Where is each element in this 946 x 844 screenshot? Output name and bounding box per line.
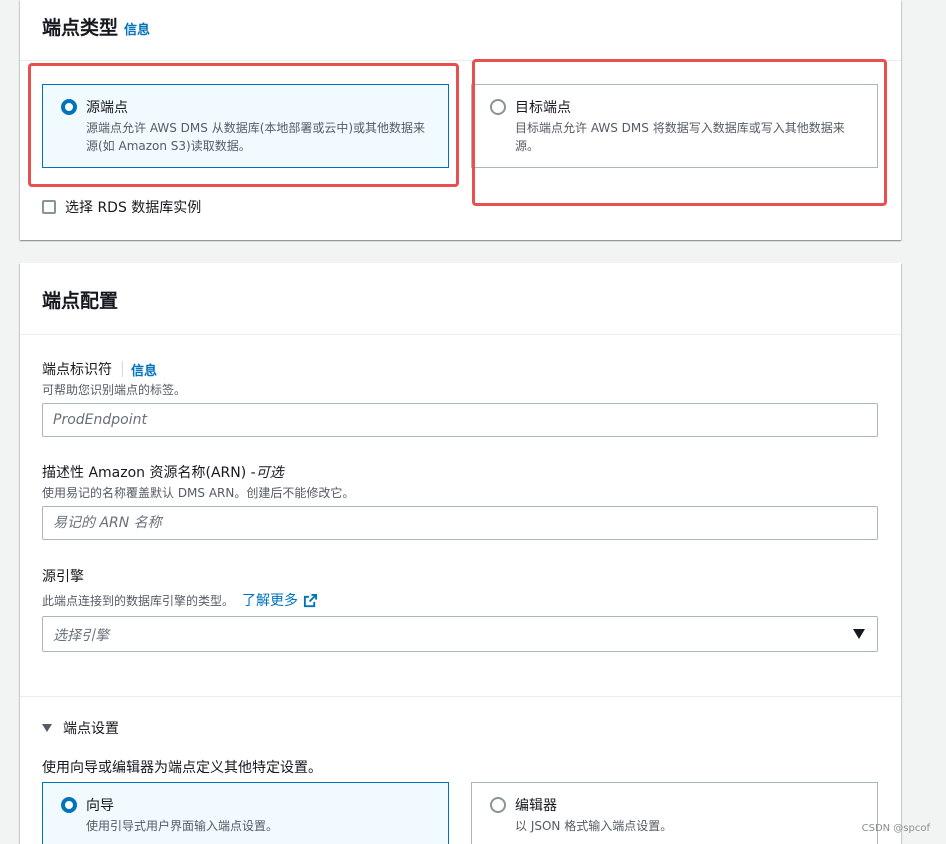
rds-instance-checkbox-row[interactable]: 选择 RDS 数据库实例 xyxy=(42,197,201,217)
rds-instance-checkbox[interactable] xyxy=(42,200,56,214)
external-link-icon xyxy=(303,593,318,607)
identifier-desc: 可帮助您识别端点的标签。 xyxy=(42,383,187,397)
divider xyxy=(20,334,901,335)
wizard-label: 向导 xyxy=(86,798,114,814)
learn-more-link[interactable]: 了解更多 xyxy=(242,590,318,610)
wizard-radio[interactable] xyxy=(61,797,77,813)
wizard-desc: 使用引导式用户界面输入端点设置。 xyxy=(86,819,279,833)
target-endpoint-label: 目标端点 xyxy=(515,100,571,116)
endpoint-type-title: 端点类型 信息 xyxy=(42,13,150,40)
engine-desc-text: 此端点连接到的数据库引擎的类型。 xyxy=(42,593,235,608)
arn-label: 描述性 Amazon 资源名称(ARN) - 可选 xyxy=(42,462,284,482)
identifier-label: 端点标识符 信息 xyxy=(42,359,157,379)
learn-more-text: 了解更多 xyxy=(242,593,299,609)
editor-label: 编辑器 xyxy=(515,798,557,814)
arn-name-input[interactable] xyxy=(42,506,878,540)
arn-label-text: 描述性 Amazon 资源名称(ARN) - xyxy=(42,465,256,481)
watermark: CSDN @spcof xyxy=(861,823,930,834)
settings-desc: 使用向导或编辑器为端点定义其他特定设置。 xyxy=(42,760,322,776)
endpoint-config-title: 端点配置 xyxy=(42,290,119,312)
source-endpoint-tile[interactable]: 源端点 源端点允许 AWS DMS 从数据库(本地部署或云中)或其他数据来源(如… xyxy=(42,84,449,168)
engine-select-value: 选择引擎 xyxy=(53,628,109,644)
arn-desc: 使用易记的名称覆盖默认 DMS ARN。创建后不能修改它。 xyxy=(42,486,355,500)
endpoint-config-panel: 端点配置 端点标识符 信息 可帮助您识别端点的标签。 描述性 Amazon 资源… xyxy=(20,263,901,844)
target-endpoint-desc: 目标端点允许 AWS DMS 将数据写入数据库或写入其他数据来源。 xyxy=(515,121,845,153)
source-endpoint-radio[interactable] xyxy=(61,99,77,115)
source-endpoint-desc: 源端点允许 AWS DMS 从数据库(本地部署或云中)或其他数据来源(如 Ama… xyxy=(86,121,426,153)
engine-select[interactable]: 选择引擎 xyxy=(42,616,878,652)
endpoint-type-info-link[interactable]: 信息 xyxy=(124,23,150,38)
endpoint-type-title-text: 端点类型 xyxy=(42,17,119,39)
wizard-tile[interactable]: 向导 使用引导式用户界面输入端点设置。 xyxy=(42,782,449,844)
editor-radio[interactable] xyxy=(490,797,506,813)
caret-down-icon xyxy=(853,629,865,639)
target-endpoint-radio[interactable] xyxy=(490,99,506,115)
target-endpoint-tile[interactable]: 目标端点 目标端点允许 AWS DMS 将数据写入数据库或写入其他数据来源。 xyxy=(471,84,878,168)
divider xyxy=(20,696,901,697)
endpoint-identifier-input[interactable] xyxy=(42,403,878,437)
endpoint-type-panel: 端点类型 信息 源端点 源端点允许 AWS DMS 从数据库(本地部署或云中)或其… xyxy=(20,0,901,240)
endpoint-settings-title: 端点设置 xyxy=(63,721,119,737)
arn-optional-text: 可选 xyxy=(255,465,284,481)
rds-instance-checkbox-label: 选择 RDS 数据库实例 xyxy=(65,200,202,216)
editor-tile[interactable]: 编辑器 以 JSON 格式输入端点设置。 xyxy=(471,782,878,844)
editor-desc: 以 JSON 格式输入端点设置。 xyxy=(515,819,673,833)
engine-desc: 此端点连接到的数据库引擎的类型。 了解更多 xyxy=(42,590,318,610)
identifier-info-link[interactable]: 信息 xyxy=(131,360,157,379)
identifier-label-text: 端点标识符 xyxy=(42,362,112,378)
endpoint-settings-expander[interactable]: 端点设置 xyxy=(42,718,119,738)
source-endpoint-label: 源端点 xyxy=(86,100,128,116)
engine-label: 源引擎 xyxy=(42,569,84,585)
divider xyxy=(20,60,901,61)
caret-down-icon xyxy=(42,724,52,732)
label-separator xyxy=(122,361,123,377)
